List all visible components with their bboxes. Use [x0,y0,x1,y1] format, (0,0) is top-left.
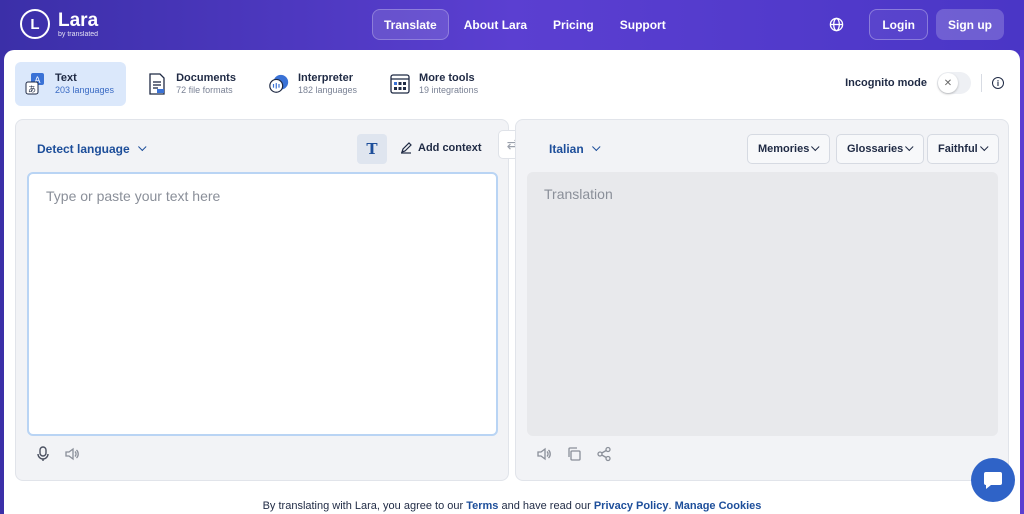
nav-pricing[interactable]: Pricing [542,9,605,40]
speaker-icon[interactable] [64,446,80,462]
tab-more-tools-label: More tools [419,72,475,84]
toggle-off-icon: ✕ [938,73,958,93]
target-language-label: Italian [549,142,584,156]
tab-more-tools-sub: 19 integrations [419,85,479,96]
chat-bubble-icon [984,472,1002,489]
logo-mark-icon: L [20,9,50,39]
brand-sub: by translated [58,30,99,38]
incognito-control: Incognito mode ✕ i [845,72,1004,94]
source-language-select[interactable]: Detect language [37,142,147,156]
nav-about-lara[interactable]: About Lara [453,9,538,40]
style-dropdown[interactable]: Faithful [927,134,999,164]
copy-icon[interactable] [566,446,582,462]
tab-text-label: Text [55,72,77,84]
tab-documents-sub: 72 file formats [176,85,233,96]
add-context-button[interactable]: Add context [400,142,482,154]
signup-button[interactable]: Sign up [936,9,1004,40]
source-text-input[interactable]: Type or paste your text here [27,172,498,436]
microphone-icon[interactable] [36,446,50,462]
tab-interpreter-sub: 182 languages [297,85,358,96]
interpreter-icon [268,72,290,96]
top-header: L Lara by translated Translate About Lar… [0,0,1024,50]
memories-label: Memories [758,143,810,155]
globe-icon[interactable] [821,9,851,40]
tool-tabs: Aあ Text 203 languages Documents 72 file … [15,62,490,106]
tab-more-tools[interactable]: More tools 19 integrations [379,62,490,106]
add-context-label: Add context [418,142,482,154]
incognito-label: Incognito mode [845,77,927,89]
lara-logo[interactable]: L Lara by translated [20,9,98,39]
target-language-select[interactable]: Italian [549,142,601,156]
glossaries-label: Glossaries [847,143,904,155]
source-language-label: Detect language [37,142,130,156]
manage-cookies-link[interactable]: Manage Cookies [675,500,762,512]
chevron-down-icon [905,142,914,152]
brand-name: Lara [58,9,99,31]
divider [981,74,982,92]
svg-text:あ: あ [28,85,36,94]
text-format-button[interactable]: T [357,134,387,164]
chevron-down-icon [811,142,820,152]
footer-prefix: By translating with Lara, you agree to o… [262,500,464,512]
terms-link[interactable]: Terms [466,500,498,512]
style-label: Faithful [938,143,978,155]
tab-text-sub: 203 languages [55,85,115,96]
grid-icon [389,72,411,96]
glossaries-dropdown[interactable]: Glossaries [836,134,925,164]
translator-card: Aあ Text 203 languages Documents 72 file … [4,50,1020,514]
footer-middle: and have read our [501,500,591,512]
login-button[interactable]: Login [869,9,928,40]
text-translate-icon: Aあ [25,72,47,96]
nav-translate[interactable]: Translate [372,9,449,40]
footer-legal: By translating with Lara, you agree to o… [0,500,1024,512]
main-nav: Translate About Lara Pricing Support [372,9,677,40]
chevron-down-icon [979,142,989,152]
nav-support[interactable]: Support [609,9,677,40]
share-icon[interactable] [596,446,612,462]
tab-documents-label: Documents [176,72,236,84]
chevron-down-icon [137,142,147,152]
pencil-icon [401,142,412,154]
speaker-icon[interactable] [536,446,552,462]
tab-documents[interactable]: Documents 72 file formats [136,62,248,106]
chevron-down-icon [591,142,601,152]
tab-interpreter[interactable]: Interpreter 182 languages [258,62,369,106]
incognito-toggle[interactable]: ✕ [937,72,971,94]
page-edge [1020,50,1024,514]
footer-sep: . [668,500,672,512]
chat-button[interactable] [971,458,1015,502]
document-icon [146,72,168,96]
target-panel: Italian Memories Glossaries Faithful Tra… [515,119,1009,481]
tab-interpreter-label: Interpreter [297,72,353,84]
source-panel: Detect language T Add context Type or pa… [15,119,509,481]
translation-output: Translation [527,172,998,436]
privacy-policy-link[interactable]: Privacy Policy [594,500,669,512]
tab-text[interactable]: Aあ Text 203 languages [15,62,127,106]
memories-dropdown[interactable]: Memories [747,134,831,164]
info-icon[interactable]: i [992,77,1004,89]
